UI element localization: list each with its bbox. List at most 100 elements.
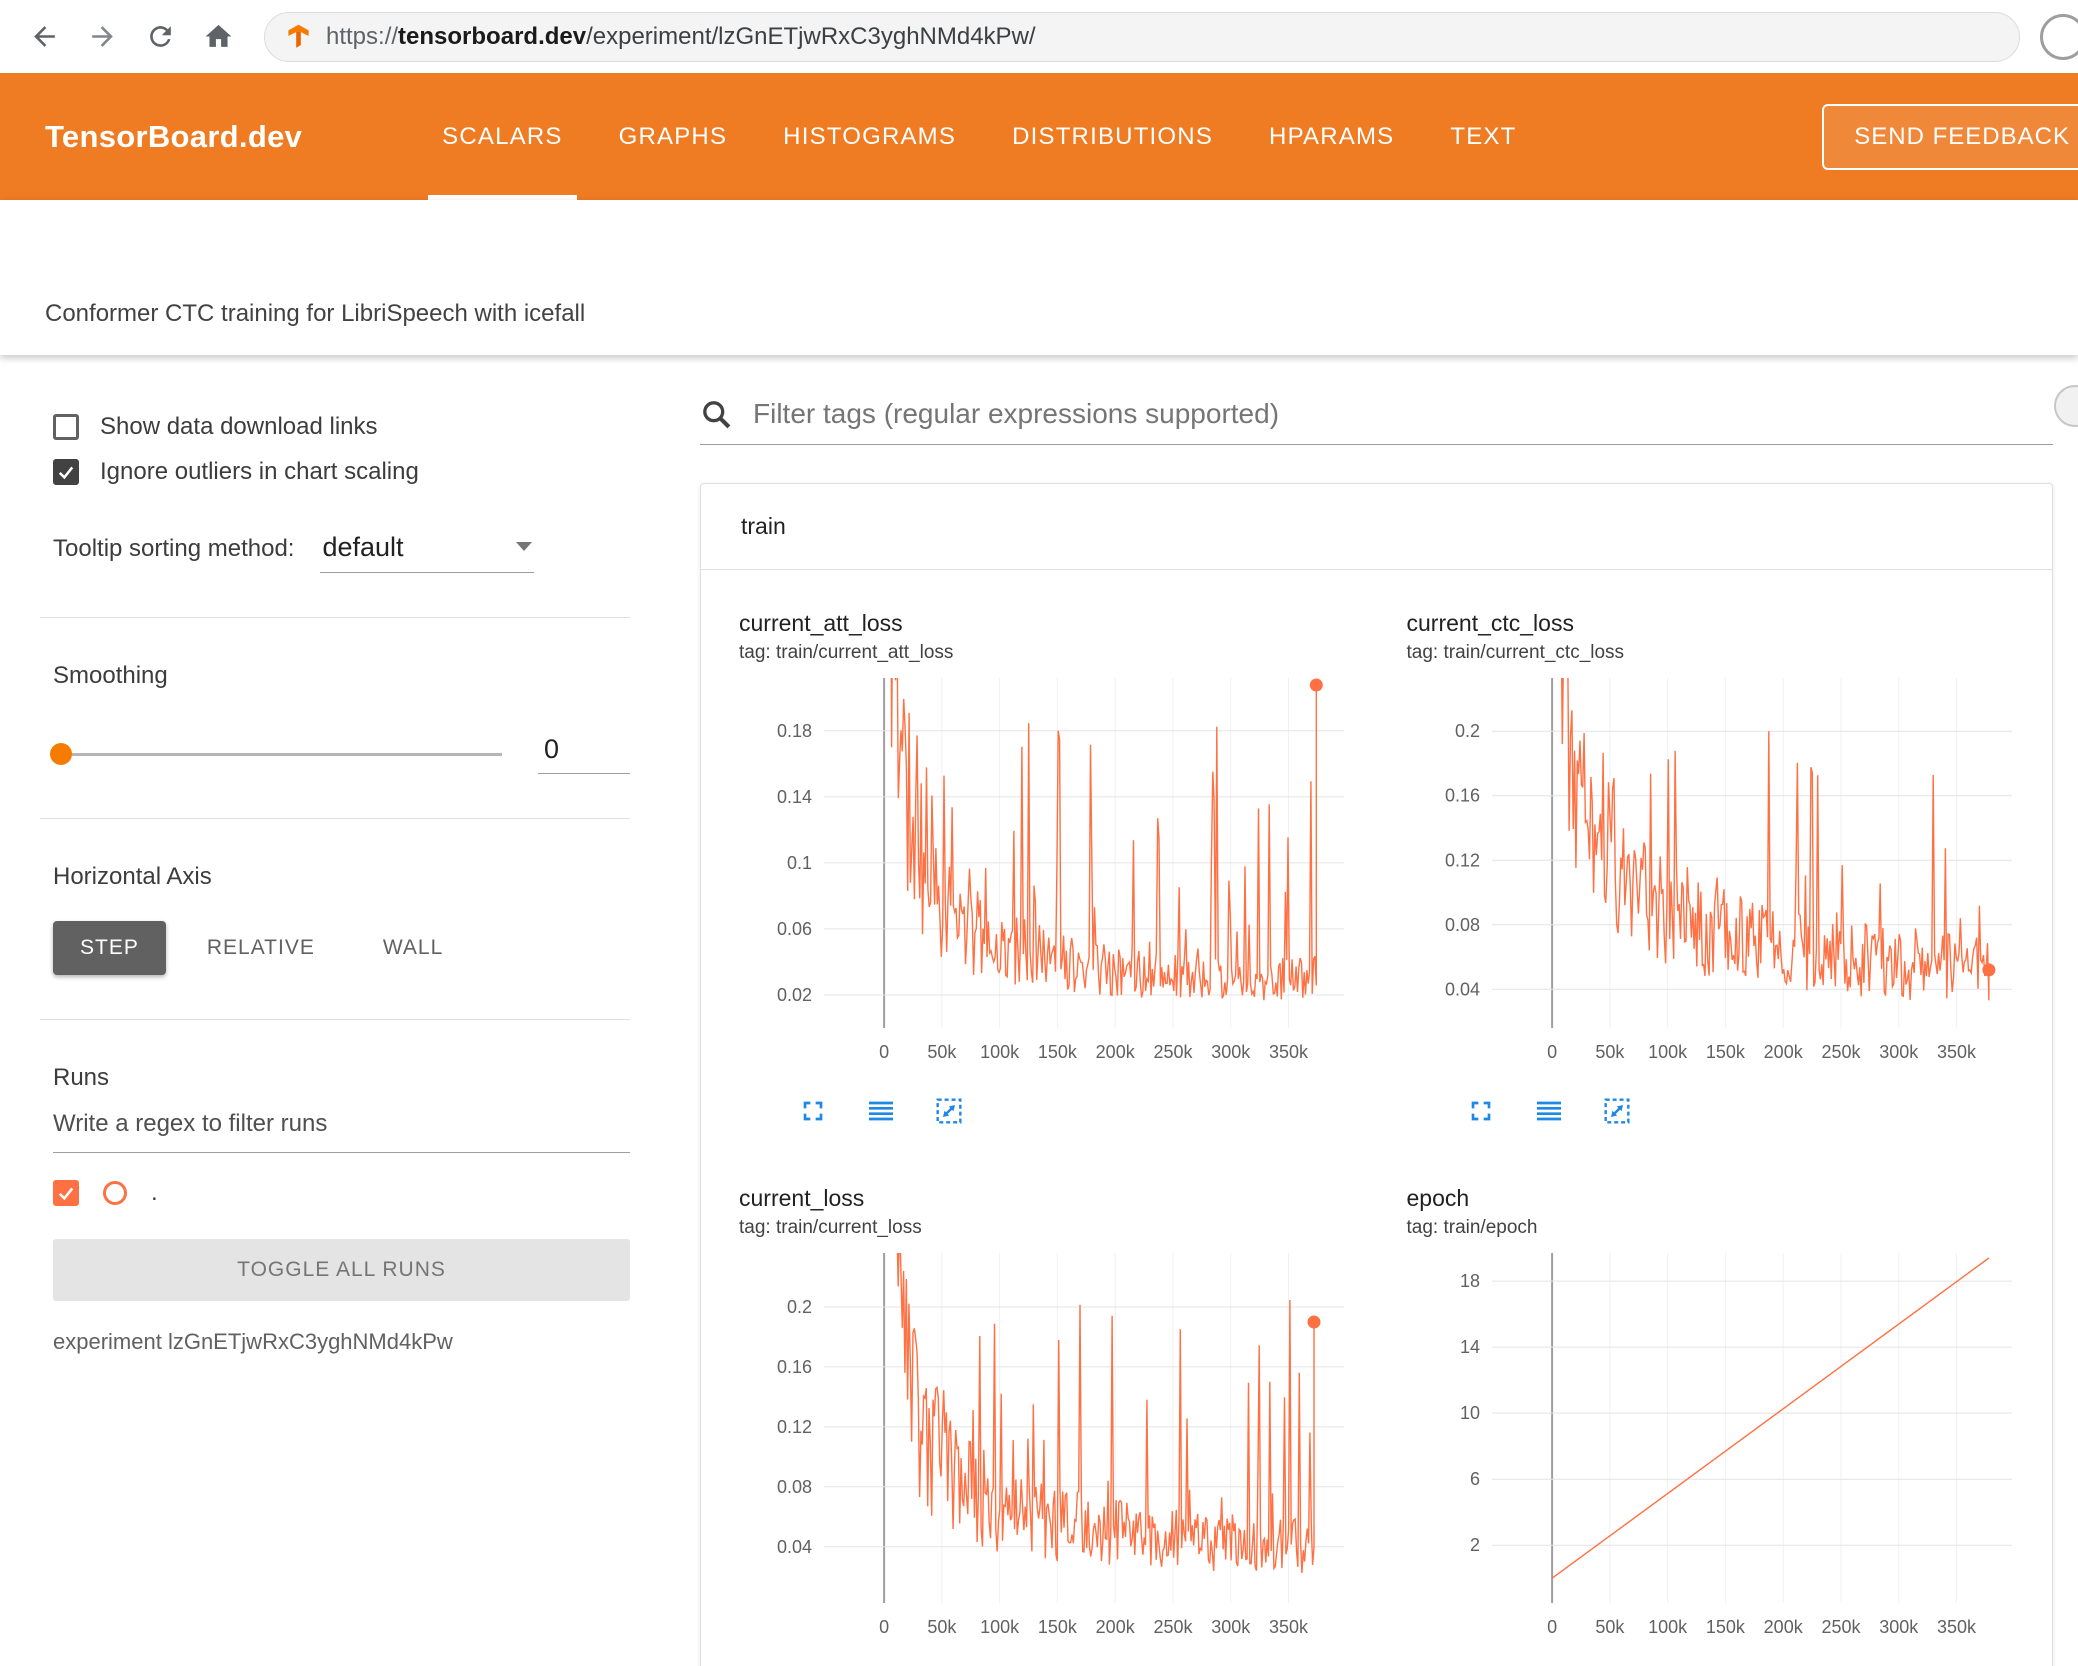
chart-block-epoch: epoch tag: train/epoch 0 50k 100k 150k 200k 2… — [1377, 1185, 2045, 1656]
profile-avatar[interactable] — [2040, 13, 2078, 60]
svg-text:350k: 350k — [1936, 1042, 1976, 1062]
forward-button[interactable] — [76, 11, 128, 63]
tooltip-sorting-select[interactable]: default — [320, 532, 535, 573]
svg-text:150k: 150k — [1038, 1042, 1078, 1062]
svg-text:250k: 250k — [1821, 1042, 1861, 1062]
partial-circle-button[interactable] — [2054, 385, 2078, 427]
fullscreen-button[interactable] — [1465, 1095, 1497, 1127]
chart-block-current-ctc-loss: current_ctc_loss tag: train/current_ctc_… — [1377, 610, 2045, 1127]
svg-text:50k: 50k — [927, 1617, 957, 1637]
svg-text:0.02: 0.02 — [777, 985, 812, 1005]
axis-step-button[interactable]: STEP — [53, 921, 166, 975]
epoch-chart[interactable]: 0 50k 100k 150k 200k 250k 300k 350k 2 6 10 14 18 — [1407, 1241, 2037, 1656]
svg-text:150k: 150k — [1705, 1042, 1745, 1062]
tab-hparams[interactable]: HPARAMS — [1241, 73, 1422, 200]
ignore-outliers-label: Ignore outliers in chart scaling — [100, 458, 419, 485]
fullscreen-button[interactable] — [797, 1095, 829, 1127]
toggle-all-runs-button[interactable]: TOGGLE ALL RUNS — [53, 1239, 630, 1301]
reload-icon — [149, 26, 171, 47]
check-icon — [58, 1187, 74, 1201]
svg-text:300k: 300k — [1879, 1617, 1919, 1637]
tensorboard-header: TensorBoard.dev SCALARS GRAPHS HISTOGRAM… — [0, 73, 2078, 200]
tensorboard-favicon — [288, 24, 309, 48]
smoothing-slider[interactable] — [50, 743, 502, 765]
axis-wall-button[interactable]: WALL — [356, 921, 470, 975]
current-att-loss-chart[interactable]: 0 50k 100k 150k 200k 250k 300k 350k 0.02 0.06 0.1 0… — [739, 666, 1369, 1081]
run-row[interactable]: . — [53, 1179, 630, 1207]
tensorboard-logo: TensorBoard.dev — [45, 118, 303, 154]
ignore-outliers-checkbox[interactable] — [53, 459, 79, 485]
chart-block-current-loss: current_loss tag: train/current_loss 0 50… — [709, 1185, 1377, 1656]
axis-relative-button[interactable]: RELATIVE — [180, 921, 342, 975]
smoothing-value-input[interactable] — [538, 734, 630, 774]
svg-text:0.18: 0.18 — [777, 721, 812, 741]
show-download-links-checkbox[interactable] — [53, 414, 79, 440]
run-checkbox[interactable] — [53, 1180, 79, 1206]
reload-button[interactable] — [134, 11, 186, 63]
run-color-swatch — [103, 1181, 127, 1205]
back-button[interactable] — [18, 11, 70, 63]
current-loss-chart[interactable]: 0 50k 100k 150k 200k 250k 300k 350k 0.04 0.08 0.12… — [739, 1241, 1369, 1656]
search-icon — [703, 400, 731, 428]
send-feedback-button[interactable]: SEND FEEDBACK — [1822, 103, 2078, 170]
chart-tag: tag: train/current_ctc_loss — [1406, 642, 1625, 663]
chart-block-current-att-loss: current_att_loss tag: train/current_att_… — [709, 610, 1377, 1127]
main-nav-tabs: SCALARS GRAPHS HISTOGRAMS DISTRIBUTIONS … — [414, 73, 1544, 200]
fit-domain-button[interactable] — [1601, 1095, 1633, 1127]
current-ctc-loss-chart[interactable]: 0 50k 100k 150k 200k 250k 300k 350k 0.04 0.08 0.12… — [1407, 666, 2037, 1081]
ignore-outliers-row[interactable]: Ignore outliers in chart scaling — [53, 458, 630, 486]
tab-text[interactable]: TEXT — [1422, 73, 1544, 200]
svg-text:250k: 250k — [1153, 1617, 1193, 1637]
svg-text:50k: 50k — [1595, 1617, 1625, 1637]
log-scale-icon — [1536, 1101, 1561, 1121]
sidebar-divider — [40, 1019, 630, 1020]
svg-text:0.04: 0.04 — [777, 1537, 812, 1557]
svg-text:10: 10 — [1459, 1403, 1479, 1423]
dropdown-caret-icon — [516, 542, 533, 551]
url-text: https://tensorboard.dev/experiment/lzGnE… — [326, 23, 1036, 51]
svg-text:300k: 300k — [1211, 1617, 1251, 1637]
fit-domain-button[interactable] — [933, 1095, 965, 1127]
runs-regex-input[interactable] — [53, 1098, 630, 1153]
tab-histograms[interactable]: HISTOGRAMS — [755, 73, 984, 200]
check-icon — [58, 466, 74, 480]
fit-domain-icon — [1603, 1098, 1630, 1124]
chart-grid: current_att_loss tag: train/current_att_… — [701, 570, 2052, 1666]
experiment-id-line: experiment lzGnETjwRxC3yghNMd4kPw — [53, 1329, 453, 1354]
tab-distributions[interactable]: DISTRIBUTIONS — [984, 73, 1241, 200]
scalars-main-panel: train current_att_loss tag: train/curren… — [660, 355, 2078, 1666]
tab-graphs[interactable]: GRAPHS — [591, 73, 756, 200]
tag-group-header[interactable]: train — [701, 484, 2052, 570]
svg-text:0.1: 0.1 — [787, 853, 812, 873]
svg-text:150k: 150k — [1038, 1617, 1078, 1637]
chart-tag: tag: train/current_loss — [739, 1217, 922, 1238]
tooltip-sorting-row: Tooltip sorting method: default — [53, 532, 630, 573]
fit-domain-icon — [936, 1098, 962, 1124]
filter-tags-input[interactable] — [751, 397, 2053, 431]
horizontal-axis-buttons: STEP RELATIVE WALL — [53, 921, 630, 975]
tooltip-sorting-label: Tooltip sorting method: — [53, 535, 295, 562]
home-button[interactable] — [192, 11, 244, 63]
sidebar-divider — [40, 617, 630, 618]
svg-text:2: 2 — [1469, 1535, 1479, 1555]
filter-tags-row — [700, 397, 2053, 445]
svg-text:200k: 200k — [1763, 1617, 1803, 1637]
show-download-links-row[interactable]: Show data download links — [53, 413, 630, 441]
svg-text:0.16: 0.16 — [777, 1357, 812, 1377]
svg-text:200k: 200k — [1763, 1042, 1803, 1062]
chart-tag: tag: train/current_att_loss — [739, 642, 954, 663]
address-bar[interactable]: https://tensorboard.dev/experiment/lzGnE… — [264, 11, 2020, 62]
svg-text:0: 0 — [1547, 1617, 1557, 1637]
fullscreen-icon — [803, 1101, 823, 1121]
chart-title: epoch — [1406, 1185, 1470, 1211]
svg-text:200k: 200k — [1096, 1617, 1136, 1637]
log-scale-button[interactable] — [1533, 1095, 1565, 1127]
svg-text:250k: 250k — [1821, 1617, 1861, 1637]
smoothing-label: Smoothing — [53, 662, 168, 689]
chart-title: current_loss — [739, 1185, 865, 1211]
tab-scalars[interactable]: SCALARS — [414, 73, 590, 200]
svg-text:0: 0 — [879, 1042, 889, 1062]
slider-thumb[interactable] — [50, 743, 72, 765]
log-scale-button[interactable] — [865, 1095, 897, 1127]
svg-text:0.04: 0.04 — [1444, 979, 1479, 999]
